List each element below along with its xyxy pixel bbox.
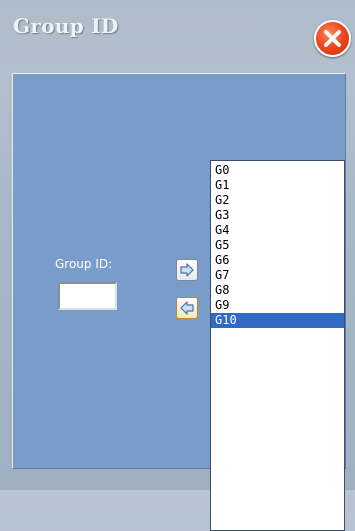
list-item[interactable]: G8 xyxy=(211,283,344,298)
list-item[interactable]: G5 xyxy=(211,238,344,253)
group-id-input[interactable] xyxy=(58,282,117,310)
list-item[interactable]: G1 xyxy=(211,178,344,193)
list-item[interactable]: G9 xyxy=(211,298,344,313)
title-bar: Group ID xyxy=(0,0,355,66)
close-icon xyxy=(324,30,341,47)
close-button[interactable] xyxy=(314,20,351,57)
list-item[interactable]: G7 xyxy=(211,268,344,283)
arrow-left-icon xyxy=(180,301,194,315)
group-id-label: Group ID: xyxy=(55,257,113,271)
list-item[interactable]: G2 xyxy=(211,193,344,208)
list-item[interactable]: G6 xyxy=(211,253,344,268)
list-item[interactable]: G0 xyxy=(211,163,344,178)
list-item[interactable]: G3 xyxy=(211,208,344,223)
list-item[interactable]: G4 xyxy=(211,223,344,238)
main-panel: Group ID: G0 G1 G2 G3 G4 G5 G6 G7 G8 G9 … xyxy=(12,73,346,531)
arrow-right-icon xyxy=(180,263,194,277)
group-id-listbox[interactable]: G0 G1 G2 G3 G4 G5 G6 G7 G8 G9 G10 xyxy=(210,160,345,531)
remove-from-list-button[interactable] xyxy=(176,297,198,319)
list-item-selected[interactable]: G10 xyxy=(211,313,344,328)
window-title: Group ID xyxy=(13,14,119,38)
add-to-list-button[interactable] xyxy=(176,259,198,281)
